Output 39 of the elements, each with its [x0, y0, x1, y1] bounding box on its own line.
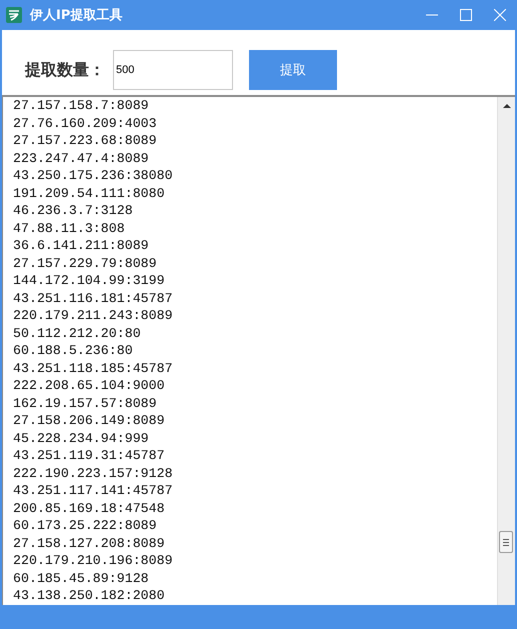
ip-line: 50.112.212.20:80	[13, 324, 142, 342]
ip-line: 46.236.3.7:3128	[13, 202, 134, 220]
output-textarea[interactable]	[2, 95, 515, 605]
ip-line: 27.158.206.149:8089	[13, 412, 166, 430]
ip-line: 43.138.250.182:2080	[13, 587, 166, 604]
ip-line: 220.179.211.243:8089	[13, 307, 174, 324]
ip-line: 27.157.158.7:8089	[13, 97, 150, 114]
ip-line: 47.88.11.3:808	[13, 220, 126, 237]
ip-line: 27.157.229.79:8089	[13, 254, 158, 272]
ip-line: 36.6.141.211:8089	[13, 237, 150, 254]
ip-line: 43.251.116.181:45787	[13, 290, 174, 307]
ip-line: 60.188.5.236:80	[13, 342, 134, 360]
window-title: 伊人IP提取工具	[30, 7, 124, 24]
ip-line: 220.179.210.196:8089	[13, 552, 174, 570]
ip-line: 60.173.25.222:8089	[13, 517, 158, 534]
ip-line: 43.251.119.31:45787	[13, 447, 166, 464]
ip-line: 27.158.127.208:8089	[13, 534, 166, 552]
ip-line: 43.251.117.141:45787	[13, 482, 174, 500]
scroll-up-icon[interactable]	[502, 103, 510, 108]
scroll-thumb[interactable]	[499, 531, 513, 553]
ip-line: 43.250.175.236:38080	[13, 167, 174, 184]
ip-line: 162.19.157.57:8089	[13, 394, 158, 412]
scrollbar[interactable]	[497, 97, 515, 605]
maximize-icon	[460, 9, 472, 21]
ip-line: 223.247.47.4:8089	[13, 150, 150, 167]
ip-line: 43.251.118.185:45787	[13, 360, 174, 377]
ip-line: 27.157.223.68:8089	[13, 132, 158, 150]
quantity-label: 提取数量：	[25, 60, 106, 80]
ip-line: 222.190.223.157:9128	[13, 464, 174, 482]
ip-line: 191.209.54.111:8080	[13, 184, 166, 202]
ip-line: 200.85.169.18:47548	[13, 500, 166, 517]
app-icon	[6, 7, 22, 23]
quantity-field[interactable]: 500	[113, 50, 233, 90]
ip-line: 60.185.45.89:9128	[13, 570, 150, 587]
ip-line: 222.208.65.104:9000	[13, 377, 166, 394]
ip-line: 27.76.160.209:4003	[13, 114, 158, 132]
close-icon	[494, 9, 506, 21]
ip-line: 144.172.104.99:3199	[13, 272, 166, 290]
ip-line: 45.228.234.94:999	[13, 430, 150, 447]
